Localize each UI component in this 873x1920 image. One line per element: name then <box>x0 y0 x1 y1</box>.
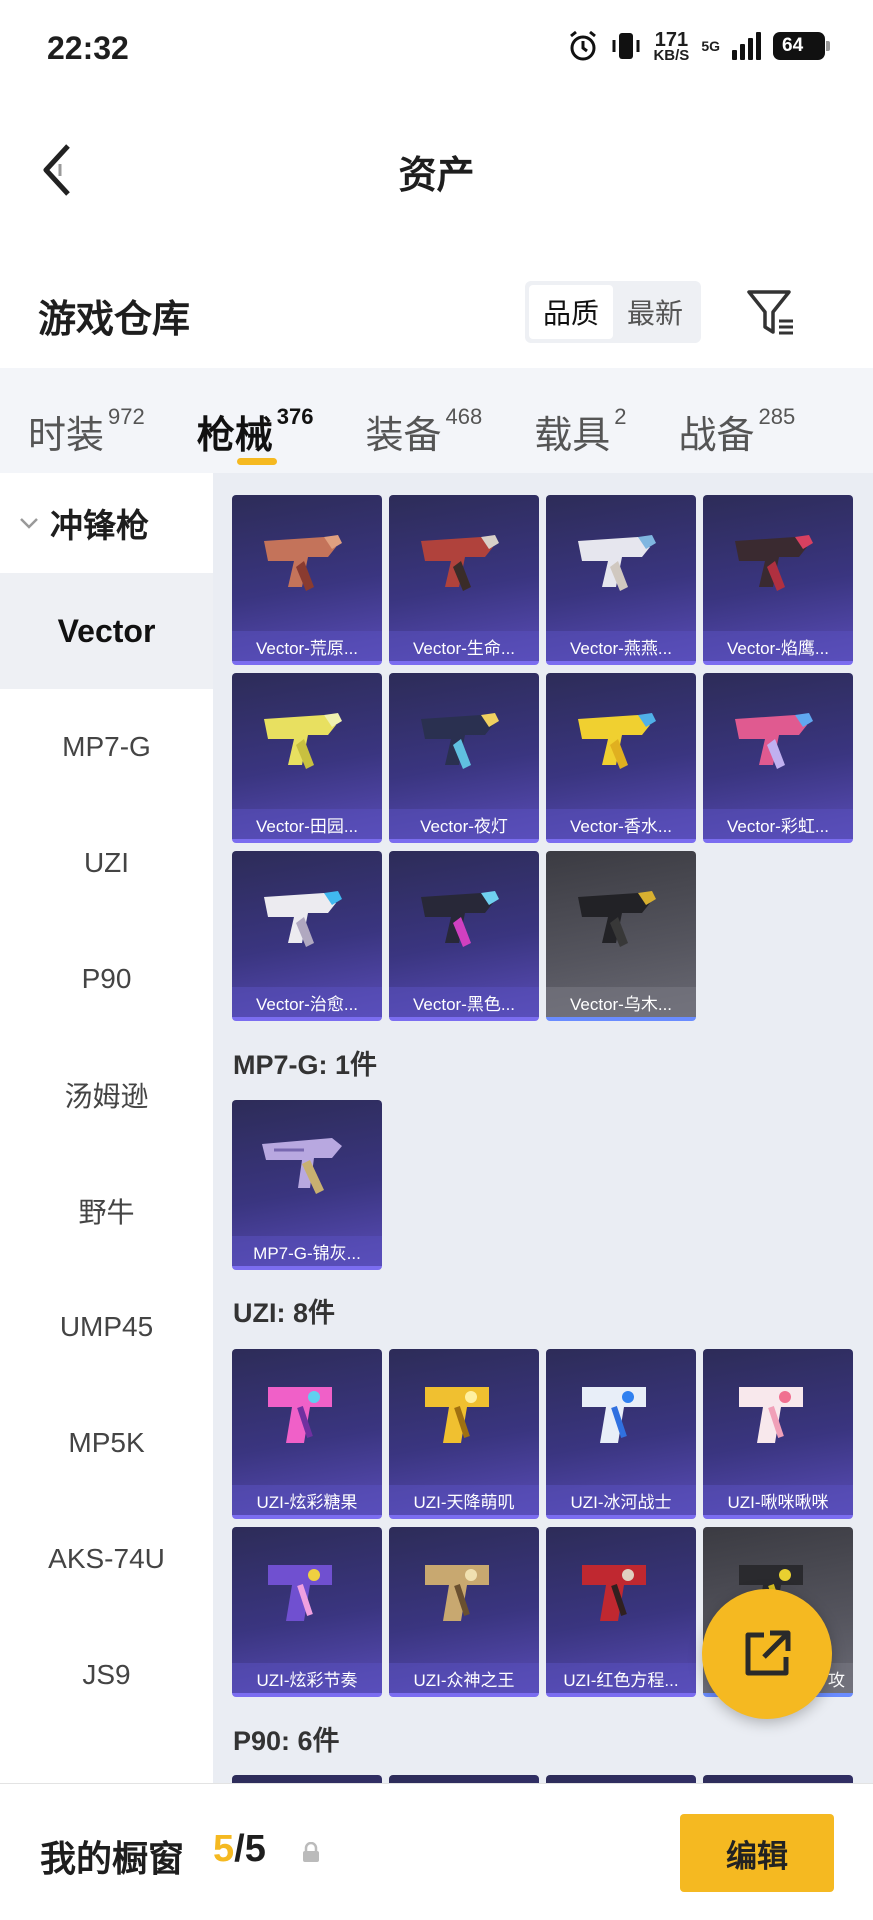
warehouse-header: 游戏仓库 品质 最新 <box>0 268 873 368</box>
sidebar-item-vector[interactable]: Vector <box>0 573 213 689</box>
weapon-image-icon <box>735 713 813 769</box>
weapon-image-icon <box>421 535 499 591</box>
weapon-card[interactable]: UZI-啾咪啾咪 <box>703 1349 853 1519</box>
weapon-image-icon <box>582 1565 646 1621</box>
share-icon <box>745 1630 791 1676</box>
sort-quality-button[interactable]: 品质 <box>529 285 613 339</box>
weapon-card[interactable]: Vector-荒原... <box>232 495 382 665</box>
category-tabs: 时装 972 枪械 376 装备 468 载具 2 战备 285 <box>0 368 873 473</box>
showcase-label: 我的橱窗 <box>40 1838 185 1879</box>
tab-supplies[interactable]: 战备 285 <box>678 368 795 473</box>
weapon-image-icon <box>262 1138 342 1194</box>
section-header-uzi: UZI: 8件 <box>233 1298 336 1328</box>
weapon-card[interactable]: Vector-黑色... <box>389 851 539 1021</box>
showcase-bar: 我的橱窗 5/5 编辑 <box>0 1783 873 1920</box>
status-icons: 171 KB/S 5G 64 <box>567 28 830 64</box>
weapon-image-icon <box>578 713 656 769</box>
sidebar-group-smg[interactable]: 冲锋枪 <box>0 473 213 573</box>
weapon-image-icon <box>578 891 656 947</box>
weapon-card[interactable]: UZI-天降萌叽 <box>389 1349 539 1519</box>
sidebar-item-mp7g[interactable]: MP7-G <box>0 689 213 805</box>
sidebar-item-js9[interactable]: JS9 <box>0 1617 213 1733</box>
weapon-image-icon <box>421 713 499 769</box>
weapon-card[interactable]: Vector-燕燕... <box>546 495 696 665</box>
weapon-card[interactable]: UZI-红色方程... <box>546 1527 696 1697</box>
tab-equipment[interactable]: 装备 468 <box>365 368 482 473</box>
network-speed: 171 KB/S <box>653 28 690 64</box>
sort-newest-button[interactable]: 最新 <box>613 285 697 339</box>
edit-button[interactable]: 编辑 <box>680 1814 834 1892</box>
filter-icon[interactable] <box>745 288 797 338</box>
sidebar-item-aks74u[interactable]: AKS-74U <box>0 1501 213 1617</box>
tab-vehicles[interactable]: 载具 2 <box>534 368 626 473</box>
weapon-image-icon <box>425 1387 489 1443</box>
weapon-image-icon <box>264 713 342 769</box>
weapon-card[interactable]: UZI-众神之王 <box>389 1527 539 1697</box>
weapon-card[interactable]: UZI-炫彩节奏 <box>232 1527 382 1697</box>
weapon-card[interactable]: MP7-G-锦灰... <box>232 1100 382 1270</box>
weapon-card[interactable] <box>232 1775 382 1783</box>
status-time: 22:32 <box>47 30 129 66</box>
weapon-card[interactable]: Vector-焰鹰... <box>703 495 853 665</box>
weapon-image-icon <box>735 535 813 591</box>
active-tab-underline <box>236 458 277 465</box>
sort-toggle: 品质 最新 <box>525 281 701 343</box>
page-title: 资产 <box>398 155 475 197</box>
weapon-card[interactable]: Vector-田园... <box>232 673 382 843</box>
weapon-card[interactable]: Vector-彩虹... <box>703 673 853 843</box>
sidebar-item-ump45[interactable]: UMP45 <box>0 1269 213 1385</box>
tab-guns[interactable]: 枪械 376 <box>197 368 313 473</box>
sidebar-item-mp5k[interactable]: MP5K <box>0 1385 213 1501</box>
weapon-card[interactable]: Vector-夜灯 <box>389 673 539 843</box>
weapon-card[interactable]: Vector-香水... <box>546 673 696 843</box>
weapon-card[interactable] <box>546 1775 696 1783</box>
network-type: 5G <box>701 38 720 54</box>
weapon-card[interactable]: UZI-炫彩糖果 <box>232 1349 382 1519</box>
weapon-image-icon <box>268 1387 332 1443</box>
alarm-icon <box>570 30 597 61</box>
weapon-image-icon <box>264 891 342 947</box>
battery-icon: 64 <box>773 32 830 60</box>
weapon-card[interactable] <box>389 1775 539 1783</box>
weapon-image-icon <box>421 891 499 947</box>
weapon-card[interactable] <box>703 1775 853 1783</box>
weapon-card[interactable]: Vector-治愈... <box>232 851 382 1021</box>
weapon-sidebar: 冲锋枪 Vector MP7-G UZI P90 汤姆逊 野牛 UMP45 MP… <box>0 473 213 1783</box>
status-bar: 22:32 171 KB/S 5G 64 <box>0 0 873 100</box>
weapon-image-icon <box>578 535 656 591</box>
lock-icon <box>303 1842 319 1862</box>
title-bar: 资产 <box>0 100 873 230</box>
chevron-down-icon <box>20 518 38 529</box>
weapon-image-icon <box>582 1387 646 1443</box>
warehouse-title: 游戏仓库 <box>38 299 191 341</box>
weapon-image-icon <box>268 1565 332 1621</box>
weapon-image-icon <box>425 1565 489 1621</box>
sidebar-item-uzi[interactable]: UZI <box>0 805 213 921</box>
sidebar-item-thompson[interactable]: 汤姆逊 <box>0 1037 213 1153</box>
weapon-card[interactable]: Vector-生命... <box>389 495 539 665</box>
sidebar-item-p90[interactable]: P90 <box>0 921 213 1037</box>
weapon-image-icon <box>264 535 342 591</box>
showcase-count: 5/5 <box>213 1828 266 1870</box>
section-header-mp7g: MP7-G: 1件 <box>233 1050 378 1080</box>
sidebar-item-bizon[interactable]: 野牛 <box>0 1153 213 1269</box>
weapon-card[interactable]: Vector-乌木... <box>546 851 696 1021</box>
weapon-grid: Vector-荒原... Vector-生命... Vector-燕燕... V… <box>213 473 873 1783</box>
weapon-image-icon <box>739 1387 803 1443</box>
signal-icon <box>732 32 761 60</box>
vibrate-icon <box>612 33 640 59</box>
section-header-p90: P90: 6件 <box>233 1726 340 1756</box>
tab-fashion[interactable]: 时装 972 <box>28 368 145 473</box>
share-button[interactable] <box>702 1589 832 1719</box>
weapon-card[interactable]: UZI-冰河战士 <box>546 1349 696 1519</box>
